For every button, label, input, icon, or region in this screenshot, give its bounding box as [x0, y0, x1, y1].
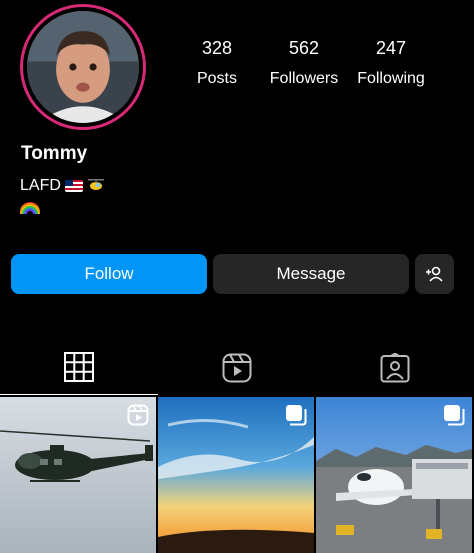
tab-posts-grid[interactable]: [0, 340, 158, 395]
avatar-image: [27, 11, 139, 123]
tagged-icon: [380, 352, 410, 382]
profile-tabs: [0, 340, 474, 395]
bio-line-2: [20, 201, 40, 219]
post-thumbnail[interactable]: [0, 397, 156, 553]
bio-text: LAFD: [20, 177, 61, 194]
message-button[interactable]: Message: [213, 254, 409, 294]
tab-reels[interactable]: [158, 340, 316, 395]
grid-icon: [64, 352, 94, 382]
carousel-icon: [444, 405, 465, 426]
reels-icon: [222, 353, 252, 382]
suggested-users-button[interactable]: [415, 254, 454, 294]
avatar[interactable]: [27, 11, 139, 123]
following-label: Following: [357, 70, 425, 87]
bio-line-1: LAFD: [20, 177, 105, 195]
tab-tagged[interactable]: [316, 340, 474, 395]
post-thumbnail[interactable]: [316, 397, 472, 553]
carousel-icon: [286, 405, 307, 426]
post-grid: [0, 397, 474, 553]
profile-name: Tommy: [21, 143, 88, 164]
rainbow-icon: [20, 202, 40, 214]
add-person-icon: [425, 266, 443, 282]
helicopter-icon: [87, 178, 105, 195]
following-stat[interactable]: 247 Following: [336, 38, 446, 88]
follow-button[interactable]: Follow: [11, 254, 207, 294]
profile-avatar-ring[interactable]: [20, 4, 146, 130]
following-count: 247: [375, 38, 407, 58]
post-thumbnail[interactable]: [158, 397, 314, 553]
us-flag-icon: [64, 180, 83, 192]
reels-icon: [127, 404, 149, 426]
